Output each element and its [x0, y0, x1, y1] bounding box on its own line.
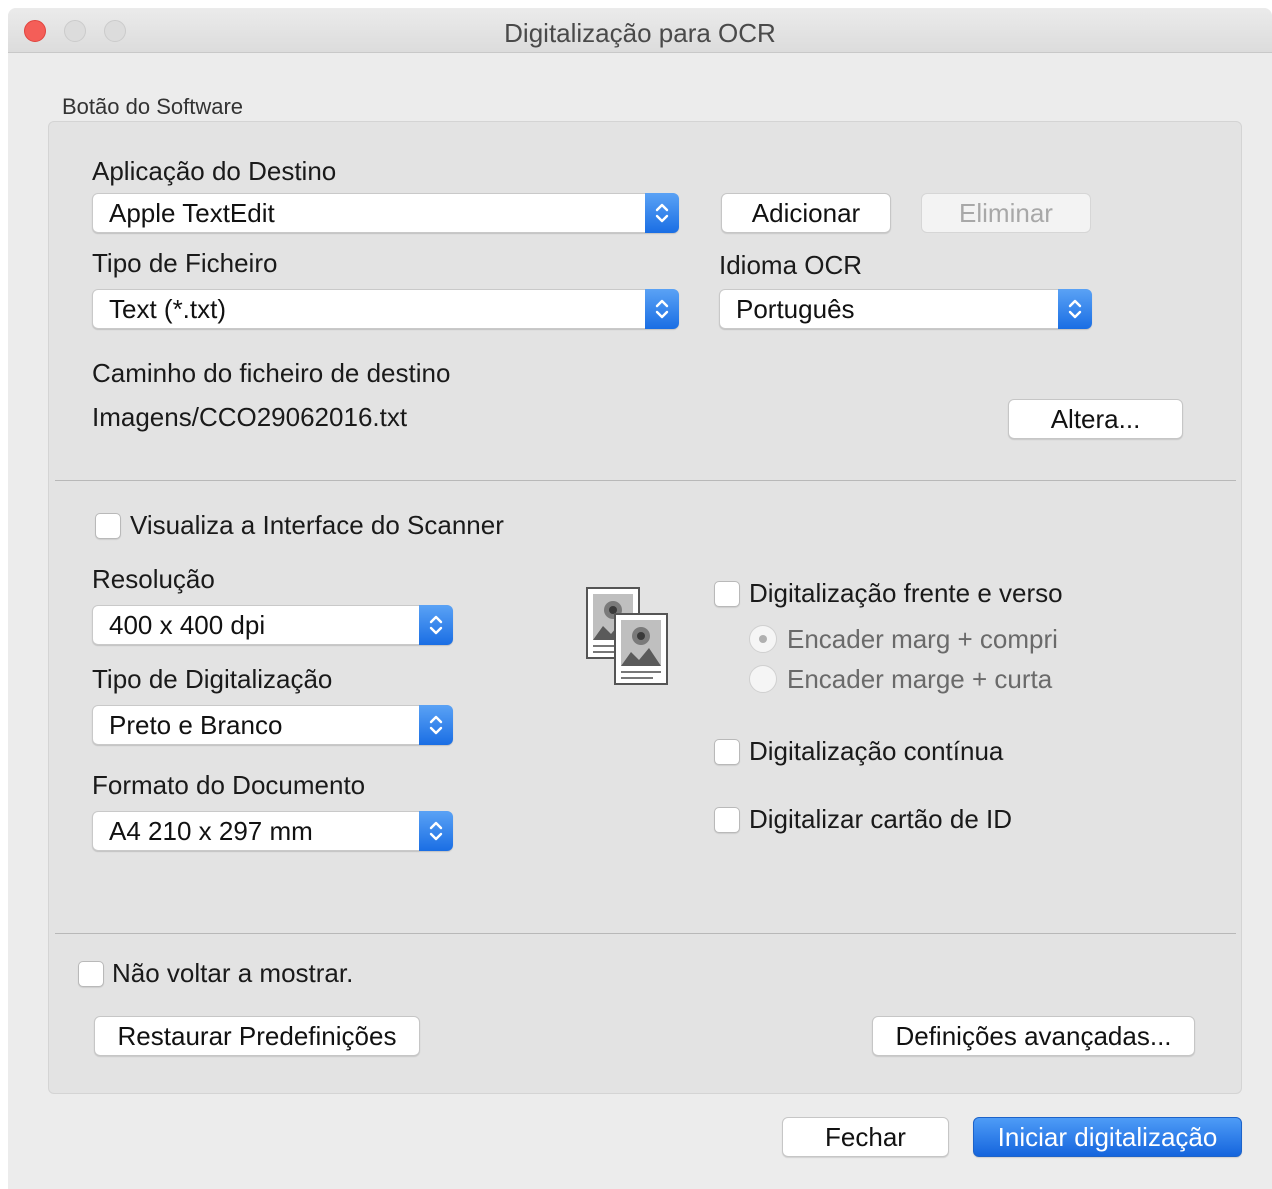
- duplex-long-edge-label: Encader marg + compri: [787, 624, 1058, 654]
- destination-app-select[interactable]: Apple TextEdit: [92, 193, 679, 233]
- delete-button[interactable]: Eliminar: [921, 193, 1091, 233]
- scan-type-select[interactable]: Preto e Branco: [92, 705, 453, 745]
- start-scan-button[interactable]: Iniciar digitalização: [973, 1117, 1242, 1157]
- id-card-scan-checkbox[interactable]: [714, 807, 740, 833]
- scan-type-label: Tipo de Digitalização: [92, 664, 333, 694]
- add-button[interactable]: Adicionar: [721, 193, 891, 233]
- document-size-value: A4 210 x 297 mm: [109, 816, 313, 846]
- document-size-select[interactable]: A4 210 x 297 mm: [92, 811, 453, 851]
- resolution-select[interactable]: 400 x 400 dpi: [92, 605, 453, 645]
- select-arrows-icon: [419, 811, 453, 851]
- advanced-settings-button[interactable]: Definições avançadas...: [872, 1016, 1195, 1056]
- resolution-value: 400 x 400 dpi: [109, 610, 266, 640]
- select-arrows-icon: [419, 605, 453, 645]
- title-bar: Digitalização para OCR: [8, 8, 1272, 53]
- select-arrows-icon: [419, 705, 453, 745]
- file-type-value: Text (*.txt): [109, 294, 227, 324]
- ocr-language-label: Idioma OCR: [719, 250, 863, 280]
- separator: [55, 933, 1236, 934]
- ocr-language-select[interactable]: Português: [719, 289, 1092, 329]
- scanner-interface-checkbox[interactable]: [95, 513, 121, 539]
- select-arrows-icon: [645, 289, 679, 329]
- select-arrows-icon: [645, 193, 679, 233]
- change-path-button[interactable]: Altera...: [1008, 399, 1183, 439]
- continuous-scan-checkbox[interactable]: [714, 739, 740, 765]
- duplex-short-edge-radio[interactable]: [749, 665, 777, 693]
- duplex-long-edge-radio[interactable]: [749, 625, 777, 653]
- continuous-scan-label: Digitalização contínua: [749, 736, 1004, 766]
- select-arrows-icon: [1058, 289, 1092, 329]
- duplex-short-edge-label: Encader marge + curta: [787, 664, 1053, 694]
- group-label: Botão do Software: [62, 94, 244, 119]
- dont-show-again-label: Não voltar a mostrar.: [112, 958, 354, 988]
- destination-path-label: Caminho do ficheiro de destino: [92, 358, 451, 388]
- id-card-scan-label: Digitalizar cartão de ID: [749, 804, 1012, 834]
- destination-app-label: Aplicação do Destino: [92, 156, 337, 186]
- separator: [55, 480, 1236, 481]
- scan-to-ocr-dialog: Digitalização para OCR Botão do Software…: [8, 8, 1272, 1189]
- scan-type-value: Preto e Branco: [109, 710, 283, 740]
- dont-show-again-checkbox[interactable]: [78, 961, 104, 987]
- duplex-label: Digitalização frente e verso: [749, 578, 1063, 608]
- window-title: Digitalização para OCR: [504, 18, 776, 48]
- ocr-language-value: Português: [736, 294, 855, 324]
- destination-path-value: Imagens/CCO29062016.txt: [92, 402, 408, 432]
- scanner-interface-label: Visualiza a Interface do Scanner: [130, 510, 504, 540]
- duplex-checkbox[interactable]: [714, 581, 740, 607]
- radio-dot: [759, 635, 767, 643]
- file-type-label: Tipo de Ficheiro: [92, 248, 278, 278]
- close-button[interactable]: Fechar: [782, 1117, 949, 1157]
- restore-defaults-button[interactable]: Restaurar Predefinições: [94, 1016, 420, 1056]
- file-type-select[interactable]: Text (*.txt): [92, 289, 679, 329]
- resolution-label: Resolução: [92, 564, 215, 594]
- destination-app-value: Apple TextEdit: [109, 198, 275, 228]
- document-size-label: Formato do Documento: [92, 770, 366, 800]
- duplex-pages-icon: [585, 586, 671, 693]
